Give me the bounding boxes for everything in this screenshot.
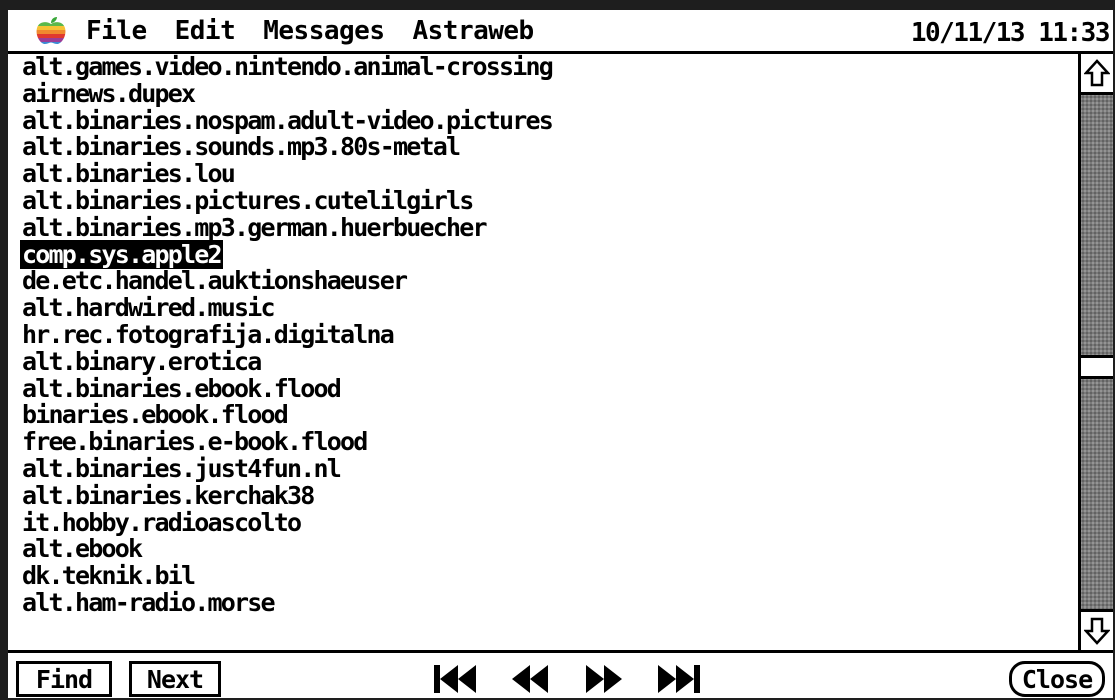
find-button[interactable]: Find — [16, 661, 112, 697]
newsgroup-name: alt.binaries.pictures.cutelilgirls — [22, 185, 474, 215]
newsgroup-name: airnews.dupex — [22, 78, 196, 108]
newsgroup-name: alt.ebook — [22, 534, 143, 564]
newsgroup-item[interactable]: binaries.ebook.flood — [20, 402, 1078, 429]
scroll-up-arrow-icon — [1084, 59, 1110, 87]
menu-bar: File Edit Messages Astraweb 10/11/13 11:… — [8, 10, 1113, 54]
skip-to-end-icon — [658, 665, 700, 693]
newsgroup-name: alt.hardwired.music — [22, 293, 276, 323]
newsgroup-item[interactable]: alt.ebook — [20, 536, 1078, 563]
next-button[interactable]: Next — [129, 661, 221, 697]
newsgroup-name: hr.rec.fotografija.digitalna — [22, 319, 395, 349]
newsgroup-name: free.binaries.e-book.flood — [22, 427, 368, 457]
scroll-up-button[interactable] — [1081, 54, 1113, 95]
bottom-toolbar: Find Next Close — [8, 650, 1113, 698]
rewind-icon — [512, 665, 548, 693]
newsgroup-item[interactable]: alt.binary.erotica — [20, 346, 1078, 376]
menu-edit[interactable]: Edit — [175, 18, 236, 44]
newsgroup-item[interactable]: comp.sys.apple2 — [20, 239, 1078, 269]
clock: 10/11/13 11:33 — [910, 18, 1111, 48]
newsgroup-item[interactable]: alt.binaries.sounds.mp3.80s-metal — [20, 134, 1078, 161]
apple-logo-icon[interactable] — [34, 16, 68, 46]
newsgroup-list: alt.games.video.nintendo.animal-crossing… — [8, 54, 1078, 617]
screen: File Edit Messages Astraweb 10/11/13 11:… — [8, 10, 1113, 698]
vertical-scrollbar[interactable] — [1078, 54, 1113, 650]
skip-to-start-icon — [434, 665, 476, 693]
menu-file[interactable]: File — [86, 18, 147, 44]
newsgroup-item[interactable]: alt.hardwired.music — [20, 295, 1078, 322]
newsgroup-item[interactable]: de.etc.handel.auktionshaeuser — [20, 268, 1078, 295]
newsgroup-item[interactable]: airnews.dupex — [20, 78, 1078, 108]
newsgroup-name: alt.ham-radio.morse — [22, 587, 276, 617]
menu-astraweb[interactable]: Astraweb — [412, 18, 534, 44]
newsgroup-name: dk.teknik.bil — [22, 561, 196, 591]
newsgroup-item[interactable]: hr.rec.fotografija.digitalna — [20, 319, 1078, 349]
rewind-button[interactable] — [510, 663, 550, 695]
skip-to-end-button[interactable] — [656, 663, 702, 695]
menu-messages[interactable]: Messages — [263, 18, 385, 44]
newsgroup-item[interactable]: alt.binaries.just4fun.nl — [20, 453, 1078, 483]
scroll-track[interactable] — [1081, 95, 1113, 609]
newsgroup-name: alt.games.video.nintendo.animal-crossing — [22, 54, 554, 81]
newsgroup-name: alt.binaries.just4fun.nl — [22, 453, 342, 483]
newsgroup-name: alt.binary.erotica — [22, 346, 262, 376]
newsgroup-item[interactable]: alt.binaries.mp3.german.huerbuecher — [20, 212, 1078, 242]
fast-forward-button[interactable] — [584, 663, 624, 695]
newsgroup-name: it.hobby.radioascolto — [22, 507, 302, 537]
scroll-down-button[interactable] — [1081, 609, 1113, 650]
newsgroup-item[interactable]: alt.binaries.nospam.adult-video.pictures — [20, 105, 1078, 135]
newsgroup-item[interactable]: it.hobby.radioascolto — [20, 507, 1078, 537]
scroll-down-arrow-icon — [1084, 617, 1110, 645]
newsgroup-name: de.etc.handel.auktionshaeuser — [22, 266, 408, 296]
newsgroup-name: comp.sys.apple2 — [20, 239, 223, 269]
scroll-thumb[interactable] — [1081, 355, 1113, 379]
newsgroup-item[interactable]: alt.games.video.nintendo.animal-crossing — [20, 54, 1078, 81]
newsgroup-name: alt.binaries.kerchak38 — [22, 480, 315, 510]
newsgroup-item[interactable]: alt.binaries.pictures.cutelilgirls — [20, 185, 1078, 215]
fast-forward-icon — [586, 665, 622, 693]
newsgroup-name: alt.binaries.nospam.adult-video.pictures — [22, 105, 554, 135]
newsgroup-item[interactable]: dk.teknik.bil — [20, 563, 1078, 590]
newsgroup-item[interactable]: alt.binaries.lou — [20, 161, 1078, 188]
newsgroup-name: alt.binaries.lou — [22, 159, 236, 189]
newsgroup-item[interactable]: alt.binaries.kerchak38 — [20, 480, 1078, 510]
newsgroup-name: binaries.ebook.flood — [22, 400, 289, 430]
newsgroup-list-area: alt.games.video.nintendo.animal-crossing… — [8, 54, 1078, 650]
close-button[interactable]: Close — [1009, 661, 1105, 697]
skip-to-start-button[interactable] — [432, 663, 478, 695]
newsgroup-item[interactable]: alt.binaries.ebook.flood — [20, 373, 1078, 403]
newsgroup-name: alt.binaries.mp3.german.huerbuecher — [22, 212, 488, 242]
newsgroup-item[interactable]: free.binaries.e-book.flood — [20, 429, 1078, 456]
newsgroup-item[interactable]: alt.ham-radio.morse — [20, 587, 1078, 617]
newsgroup-name: alt.binaries.ebook.flood — [22, 373, 342, 403]
newsgroup-name: alt.binaries.sounds.mp3.80s-metal — [22, 132, 461, 162]
